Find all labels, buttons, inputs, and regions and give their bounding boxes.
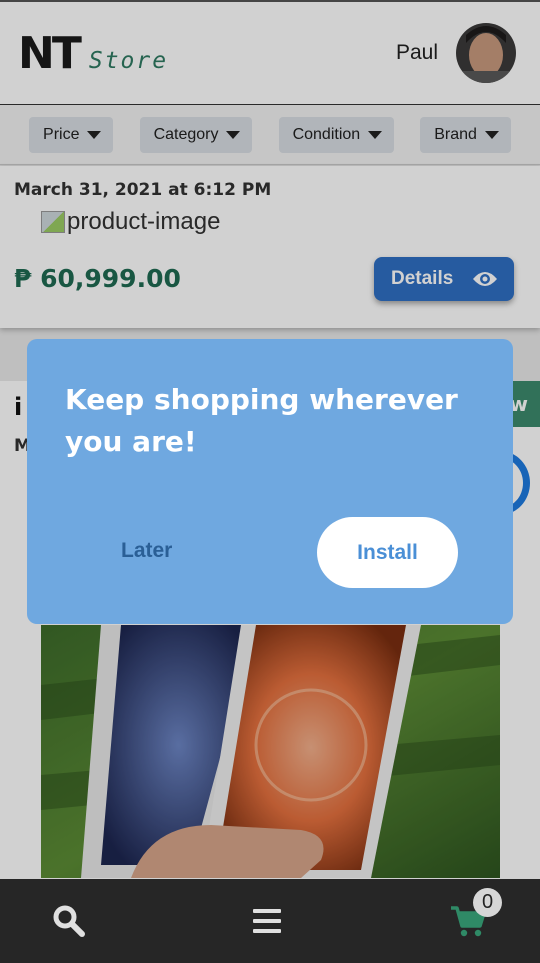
install-button[interactable]: Install (317, 517, 458, 588)
install-app-dialog: Keep shopping wherever you are! Later In… (27, 339, 513, 624)
bottom-nav: 0 (0, 879, 540, 963)
dialog-title: Keep shopping wherever you are! (65, 383, 458, 458)
menu-icon (253, 909, 281, 933)
search-icon (53, 905, 85, 937)
cart-button[interactable]: 0 (448, 888, 502, 941)
later-button[interactable]: Later (121, 539, 172, 563)
cart-count-badge: 0 (473, 888, 502, 917)
menu-button[interactable] (252, 908, 282, 934)
search-button[interactable] (52, 904, 86, 938)
